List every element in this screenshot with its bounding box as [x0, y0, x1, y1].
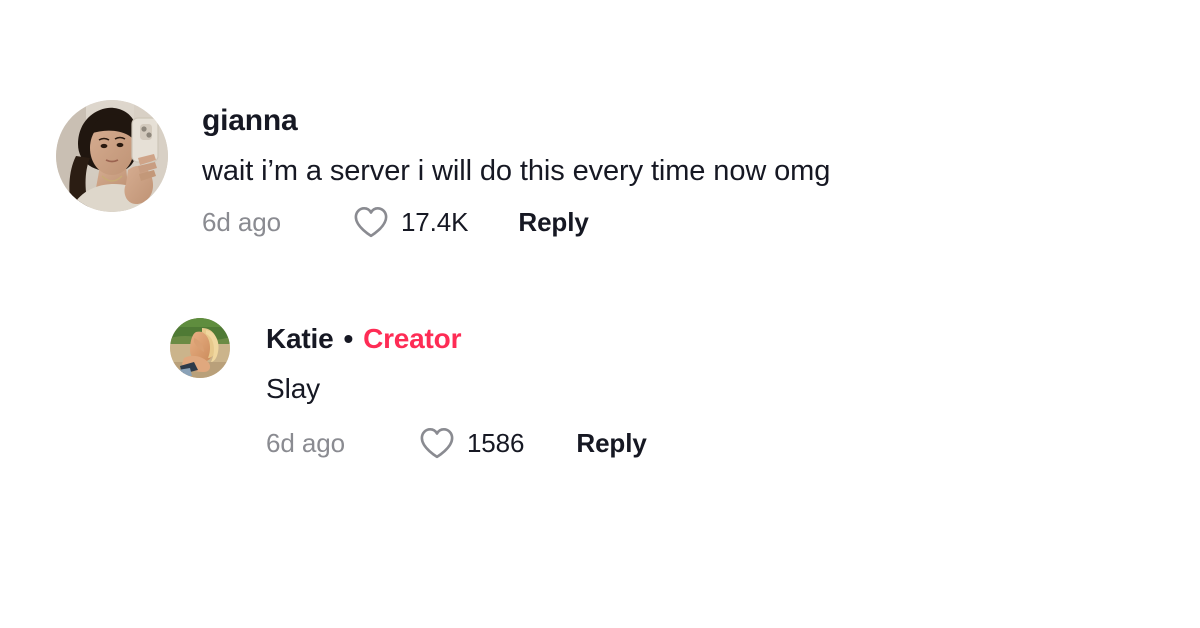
comment-thread: gianna wait i’m a server i will do this … [0, 0, 1200, 628]
separator-dot: • [343, 323, 354, 354]
reply-text: Slay [266, 372, 321, 404]
creator-badge: Creator [363, 323, 462, 354]
avatar[interactable] [170, 318, 230, 378]
avatar[interactable] [56, 100, 168, 212]
heart-icon[interactable] [419, 427, 455, 459]
comment-timestamp: 6d ago [202, 206, 281, 237]
reply-body: Katie • Creator Slay 6d ago 1586 Reply [266, 318, 647, 459]
comment-username[interactable]: gianna [202, 104, 830, 139]
reply-timestamp: 6d ago [266, 427, 345, 458]
heart-icon[interactable] [353, 206, 389, 238]
reply-item: Katie • Creator Slay 6d ago 1586 Reply [170, 318, 1170, 459]
reply-username[interactable]: Katie [266, 323, 334, 355]
comment-text: wait i’m a server i will do this every t… [202, 154, 831, 187]
reply-like-button[interactable]: 1586 [419, 427, 524, 459]
comment-like-button[interactable]: 17.4K [353, 206, 468, 238]
reply-like-count: 1586 [466, 427, 525, 458]
reply-meta-row: 6d ago 1586 Reply [266, 427, 647, 459]
comment-item: gianna wait i’m a server i will do this … [56, 100, 1156, 238]
comment-like-count: 17.4K [400, 206, 469, 237]
comment-body: gianna wait i’m a server i will do this … [202, 100, 830, 238]
reply-username-line: Katie • Creator [266, 323, 647, 355]
reply-reply-button[interactable]: Reply [576, 428, 646, 459]
comment-reply-button[interactable]: Reply [518, 207, 588, 238]
comment-meta-row: 6d ago 17.4K Reply [202, 206, 830, 238]
